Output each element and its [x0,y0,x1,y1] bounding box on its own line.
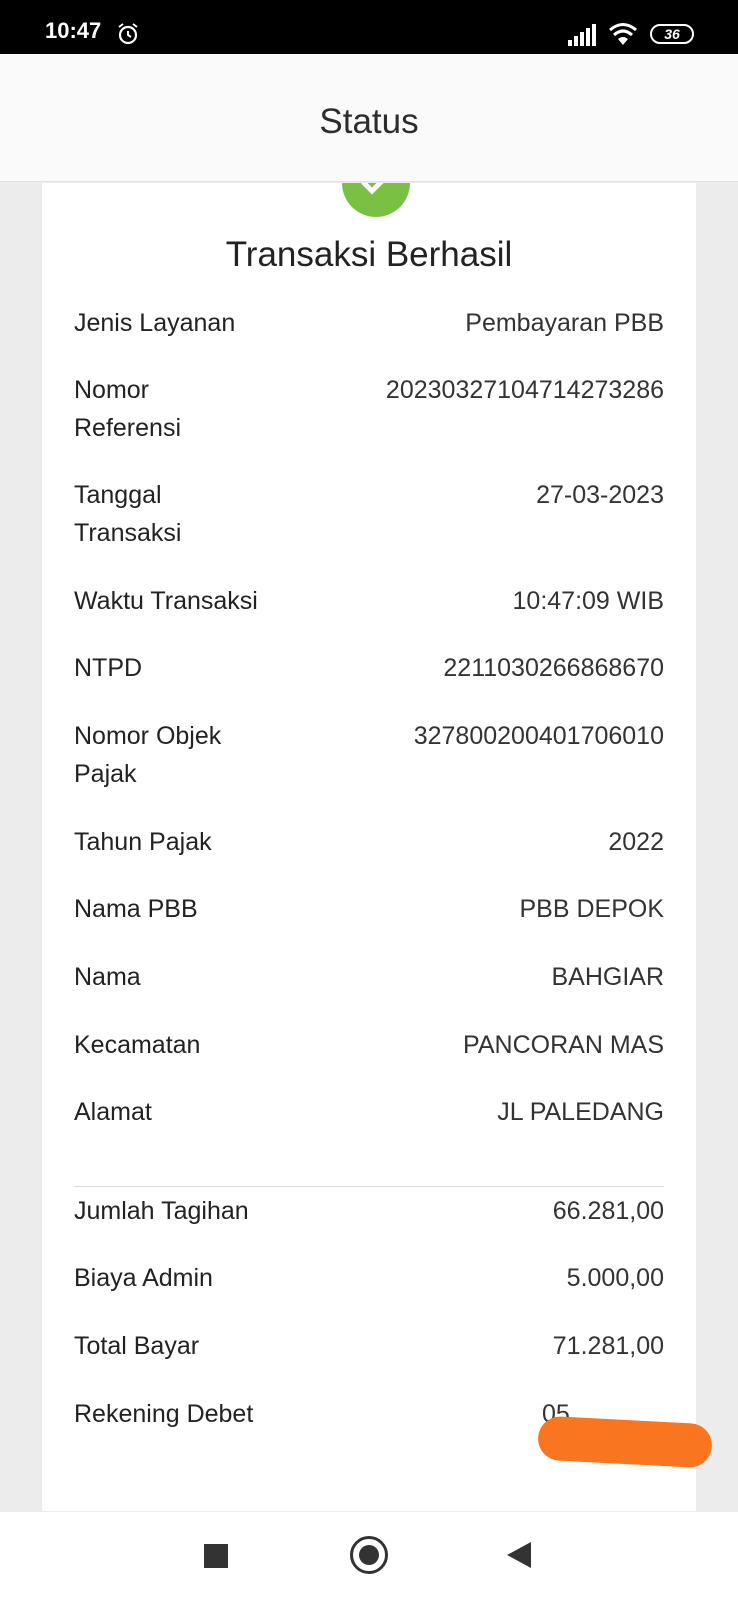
receipt-card: Transaksi Berhasil Jenis Layanan Pembaya… [42,183,696,1511]
row-label: Tanggal Transaksi [74,481,182,547]
row-value: 66.281,00 [552,1197,664,1225]
row-value: JL PALEDANG [497,1098,664,1126]
row-label: Nama [74,963,141,991]
row-value: 2022 [608,828,664,856]
row-label: Kecamatan [74,1031,201,1059]
system-nav-bar [0,1512,738,1600]
back-icon[interactable] [507,1542,531,1568]
wifi-icon [609,23,637,45]
row-value: 20230327104714273286 [385,376,664,404]
row-label: Total Bayar [74,1332,200,1360]
row-value: 2211030266868670 [443,654,664,682]
row-value: Pembayaran PBB [465,309,664,337]
row-value: PANCORAN MAS [463,1031,664,1059]
row-label: Alamat [74,1098,152,1126]
row-value: BAHGIAR [551,963,664,991]
row-label: Biaya Admin [74,1264,213,1292]
row-label: Nama PBB [74,895,198,923]
row-label: Jumlah Tagihan [74,1197,249,1225]
battery-icon: 36 [650,24,694,44]
row-label: Nomor Referensi [74,376,181,442]
divider [74,1186,664,1187]
page-title: Status [319,102,419,141]
row-value: 10:47:09 WIB [512,587,664,615]
row-value: PBB DEPOK [519,895,665,923]
row-label: Jenis Layanan [74,309,236,337]
row-label: Rekening Debet [74,1400,254,1428]
row-label: Nomor Objek Pajak [74,722,222,788]
status-bar: 10:47 36 [0,0,738,54]
check-icon [361,183,384,195]
transaction-status-title: Transaksi Berhasil [225,235,513,274]
clock: 10:47 [45,18,102,43]
signal-icon [568,24,596,46]
alarm-icon [118,23,138,45]
app-bar: Status [0,54,738,182]
row-value: 327800200401706010 [413,722,664,750]
success-badge [342,183,410,217]
battery-level: 36 [664,26,680,42]
recents-icon[interactable] [204,1544,228,1568]
row-label: Tahun Pajak [74,828,212,856]
home-icon[interactable] [350,1536,388,1574]
row-value: 5.000,00 [566,1264,664,1292]
row-label: NTPD [74,654,143,682]
row-label: Waktu Transaksi [74,587,258,615]
redaction-mark [536,1415,714,1469]
row-value: 27-03-2023 [536,481,664,509]
row-value: 71.281,00 [552,1332,664,1360]
